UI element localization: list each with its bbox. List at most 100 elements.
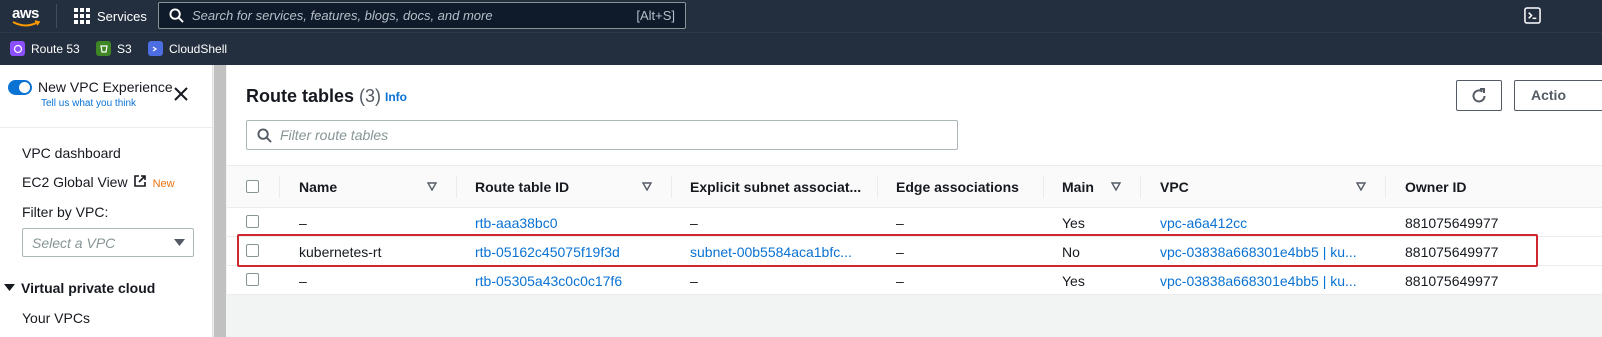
search-shortcut: [Alt+S] — [636, 8, 675, 23]
table-header: Name Route table ID Explicit subnet asso… — [227, 165, 1602, 208]
column-header-main[interactable]: Main — [1062, 179, 1094, 195]
cell-main: Yes — [1062, 273, 1085, 289]
cell-vpc-link[interactable]: vpc-a6a412cc — [1160, 215, 1247, 231]
external-link-icon — [133, 175, 146, 187]
side-navigation: New VPC Experience Tell us what you thin… — [0, 65, 212, 337]
favorite-cloudshell[interactable]: CloudShell — [148, 41, 227, 56]
cell-name: – — [299, 273, 307, 289]
sidebar-item-your-vpcs[interactable]: Your VPCs — [22, 310, 90, 326]
new-vpc-experience-label: New VPC Experience — [38, 79, 173, 95]
cell-owner-id: 881075649977 — [1405, 273, 1499, 289]
sort-icon[interactable] — [1356, 182, 1366, 191]
aws-logo[interactable]: aws — [10, 3, 44, 29]
info-link[interactable]: Info — [385, 90, 407, 104]
table-footer-area — [227, 295, 1602, 337]
scrollbar-thumb[interactable] — [214, 65, 226, 337]
refresh-button[interactable] — [1456, 80, 1502, 111]
column-header-owner-id[interactable]: Owner ID — [1405, 179, 1466, 195]
sidebar-item-label: EC2 Global View — [22, 174, 128, 190]
sidebar-item-vpc-dashboard[interactable]: VPC dashboard — [22, 145, 121, 161]
cell-subnet-associations-link[interactable]: subnet-00b5584aca1bfc... — [690, 244, 852, 260]
sidebar-item-ec2-global-view[interactable]: EC2 Global View New — [22, 174, 175, 190]
page-title-text: Route tables — [246, 86, 355, 106]
column-separator — [877, 176, 878, 198]
search-placeholder: Search for services, features, blogs, do… — [192, 8, 493, 23]
cell-vpc-link[interactable]: vpc-03838a668301e4bb5 | ku... — [1160, 273, 1357, 289]
column-header-edge-associations[interactable]: Edge associations — [896, 179, 1019, 195]
route53-icon — [10, 41, 25, 56]
cell-owner-id: 881075649977 — [1405, 244, 1499, 260]
page-title: Route tables (3) — [246, 86, 381, 107]
cell-route-table-id-link[interactable]: rtb-aaa38bc0 — [475, 215, 558, 231]
table-row[interactable]: – rtb-05305a43c0c0c17f6 – – Yes vpc-0383… — [227, 266, 1602, 295]
global-search-input[interactable]: Search for services, features, blogs, do… — [158, 2, 686, 29]
section-title: Virtual private cloud — [21, 280, 156, 296]
cloudshell-icon — [148, 41, 163, 56]
close-icon[interactable] — [174, 87, 188, 101]
search-icon — [169, 8, 184, 23]
select-all-checkbox[interactable] — [246, 180, 259, 193]
aws-smile-icon — [12, 20, 40, 27]
favorite-label: CloudShell — [169, 41, 228, 56]
s3-icon — [96, 41, 111, 56]
row-checkbox[interactable] — [246, 215, 259, 228]
cell-vpc-link[interactable]: vpc-03838a668301e4bb5 | ku... — [1160, 244, 1357, 260]
cloudshell-terminal-icon[interactable] — [1524, 7, 1541, 24]
column-header-subnet-associations[interactable]: Explicit subnet associat... — [690, 179, 861, 195]
cell-edge-associations: – — [896, 215, 904, 231]
new-vpc-experience-toggle[interactable] — [8, 80, 32, 95]
row-checkbox[interactable] — [246, 244, 259, 257]
column-separator — [671, 176, 672, 198]
sort-icon[interactable] — [642, 182, 652, 191]
new-badge: New — [152, 178, 175, 190]
favorites-bar: Route 53 S3 CloudShell — [0, 32, 1602, 65]
caret-down-icon — [174, 239, 185, 246]
cell-main: No — [1062, 244, 1080, 260]
vpc-filter-select[interactable]: Select a VPC — [22, 228, 194, 257]
refresh-icon — [1472, 87, 1486, 102]
services-menu-button[interactable]: Services — [74, 8, 147, 24]
cell-subnet-associations: – — [690, 215, 698, 231]
row-checkbox[interactable] — [246, 273, 259, 286]
cell-name: – — [299, 215, 307, 231]
column-separator — [456, 176, 457, 198]
table-row[interactable]: – rtb-aaa38bc0 – – Yes vpc-a6a412cc 8810… — [227, 208, 1602, 237]
column-separator — [1140, 176, 1141, 198]
favorite-s3[interactable]: S3 — [96, 41, 132, 56]
top-navigation: aws Services Search for services, featur… — [0, 0, 1602, 32]
vpc-filter-placeholder: Select a VPC — [32, 235, 116, 251]
nav-divider — [56, 4, 57, 28]
favorite-label: Route 53 — [31, 41, 80, 56]
cell-owner-id: 881075649977 — [1405, 215, 1499, 231]
sidebar-divider — [0, 127, 212, 128]
feedback-link[interactable]: Tell us what you think — [41, 98, 136, 109]
grid-icon — [74, 8, 90, 24]
favorite-route53[interactable]: Route 53 — [10, 41, 80, 56]
favorite-label: S3 — [117, 41, 132, 56]
filter-by-vpc-label: Filter by VPC: — [22, 204, 109, 220]
column-header-route-table-id[interactable]: Route table ID — [475, 179, 569, 195]
cell-route-table-id-link[interactable]: rtb-05305a43c0c0c17f6 — [475, 273, 622, 289]
cell-subnet-associations: – — [690, 273, 698, 289]
table-row[interactable]: kubernetes-rt rtb-05162c45075f19f3d subn… — [227, 237, 1602, 266]
caret-down-icon — [4, 284, 15, 291]
column-header-name[interactable]: Name — [299, 179, 337, 195]
filter-placeholder: Filter route tables — [280, 127, 389, 143]
column-separator — [279, 176, 280, 198]
actions-button[interactable]: Actio — [1514, 80, 1602, 111]
filter-route-tables-input[interactable]: Filter route tables — [246, 120, 958, 150]
cell-main: Yes — [1062, 215, 1085, 231]
services-label: Services — [97, 8, 147, 24]
sort-icon[interactable] — [427, 182, 437, 191]
sort-icon[interactable] — [1111, 182, 1121, 191]
route-table-count: (3) — [359, 86, 382, 106]
sidebar-scrollbar[interactable] — [212, 65, 226, 337]
column-header-vpc[interactable]: VPC — [1160, 179, 1189, 195]
main-content: Route tables (3) Info Actio Filter route… — [227, 65, 1602, 337]
cell-edge-associations: – — [896, 244, 904, 260]
cell-name: kubernetes-rt — [299, 244, 382, 260]
column-separator — [1385, 176, 1386, 198]
cell-edge-associations: – — [896, 273, 904, 289]
cell-route-table-id-link[interactable]: rtb-05162c45075f19f3d — [475, 244, 620, 260]
virtual-private-cloud-section[interactable]: Virtual private cloud — [4, 280, 155, 296]
